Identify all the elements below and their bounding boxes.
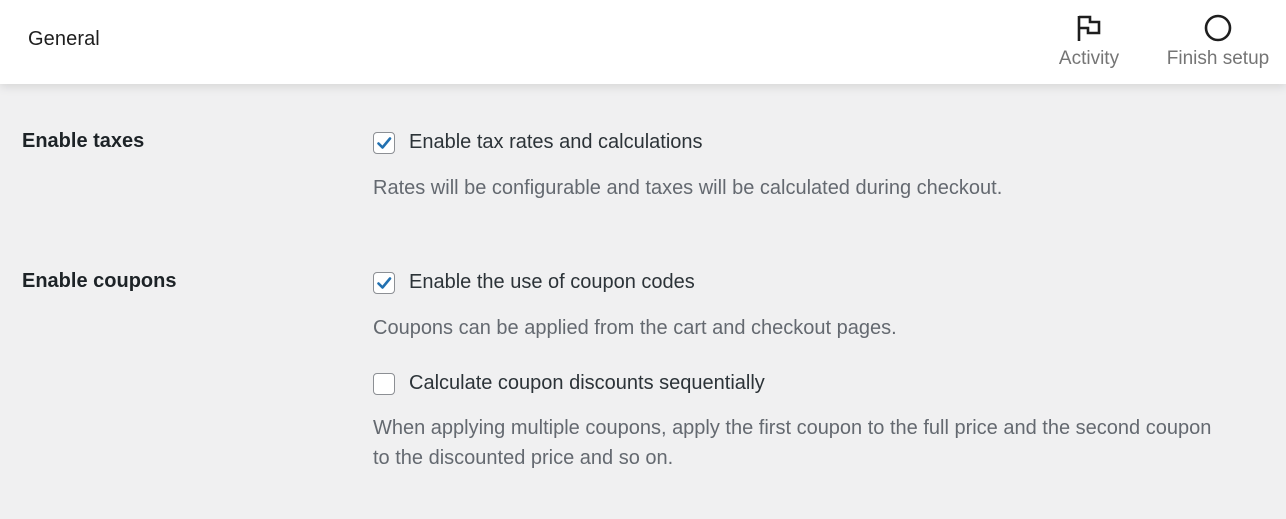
circle-icon	[1203, 10, 1233, 46]
enable-coupon-codes-option[interactable]: Enable the use of coupon codes	[373, 271, 695, 294]
activity-button[interactable]: Activity	[1052, 10, 1126, 74]
sequential-discounts-option[interactable]: Calculate coupon discounts sequentially	[373, 372, 765, 395]
enable-coupon-codes-checkbox[interactable]	[373, 271, 395, 294]
enable-tax-rates-option[interactable]: Enable tax rates and calculations	[373, 131, 703, 154]
top-header-bar: General Activity Finish setup	[0, 0, 1286, 84]
finish-setup-label: Finish setup	[1166, 48, 1270, 69]
activity-label: Activity	[1058, 48, 1120, 69]
flag-icon	[1076, 10, 1102, 46]
enable-tax-rates-description: Rates will be configurable and taxes wil…	[373, 177, 1003, 199]
enable-coupon-codes-text: Enable the use of coupon codes	[409, 271, 695, 293]
sequential-discounts-checkbox[interactable]	[373, 372, 395, 395]
sequential-discounts-description: When applying multiple coupons, apply th…	[373, 417, 1212, 469]
enable-coupon-codes-description: Coupons can be applied from the cart and…	[373, 317, 897, 339]
enable-taxes-label: Enable taxes	[22, 130, 145, 152]
page-title: General	[28, 28, 100, 50]
enable-coupons-label: Enable coupons	[22, 270, 177, 292]
enable-tax-rates-text: Enable tax rates and calculations	[409, 131, 703, 153]
checkmark-icon	[377, 276, 392, 289]
enable-tax-rates-checkbox[interactable]	[373, 131, 395, 154]
finish-setup-button[interactable]: Finish setup	[1162, 10, 1274, 74]
sequential-discounts-text: Calculate coupon discounts sequentially	[409, 372, 765, 394]
checkmark-icon	[377, 136, 392, 149]
